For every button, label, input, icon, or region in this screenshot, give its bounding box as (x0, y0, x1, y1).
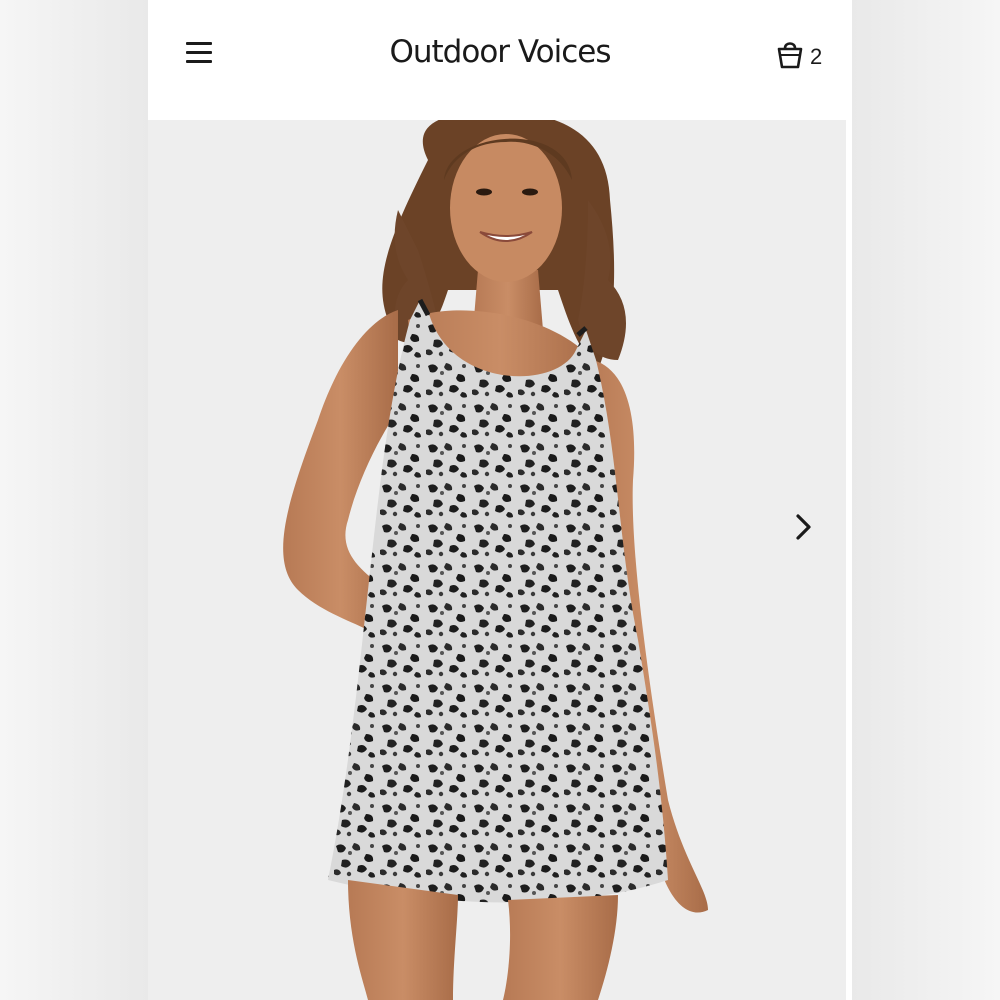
product-image[interactable] (148, 120, 846, 1000)
mobile-page: Outdoor Voices 2 (148, 0, 852, 1000)
shopping-bag-icon (777, 42, 803, 69)
brand-logo[interactable]: Outdoor Voices (148, 34, 852, 70)
carousel-next-button[interactable] (786, 510, 820, 544)
page-margin-left (0, 0, 148, 1000)
cart-button[interactable]: 2 (776, 36, 832, 76)
model-wearing-leopard-print-dress-photo (148, 120, 846, 1000)
chevron-right-icon (796, 514, 811, 540)
cart-count: 2 (810, 44, 823, 69)
site-header: Outdoor Voices 2 (148, 0, 852, 118)
page-margin-right (852, 0, 1000, 1000)
